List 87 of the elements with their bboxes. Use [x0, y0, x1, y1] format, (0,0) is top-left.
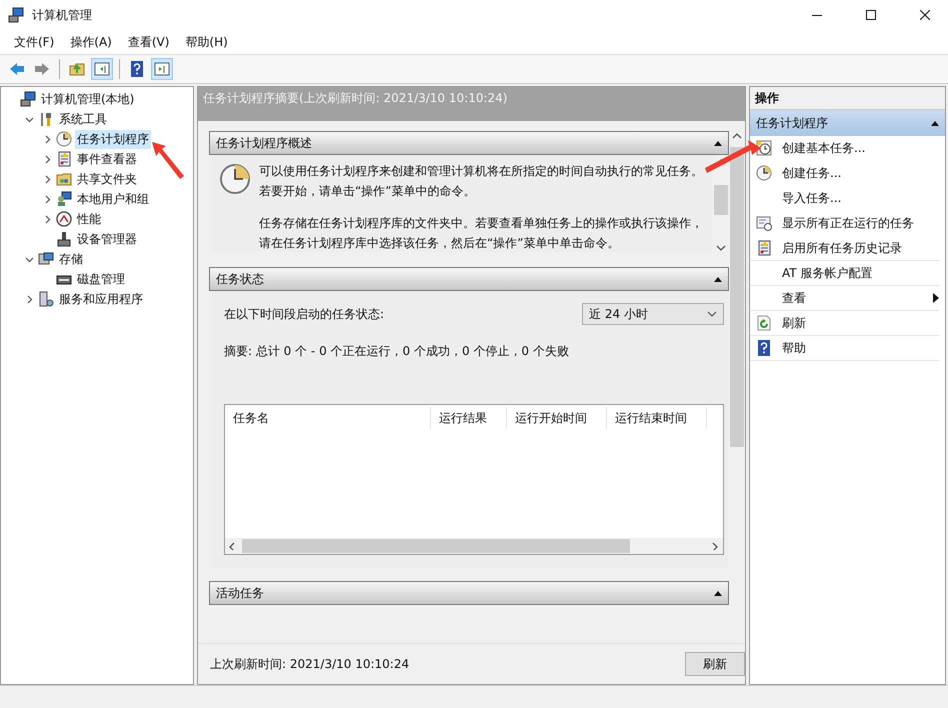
- tree-item[interactable]: 系统工具: [57, 110, 109, 128]
- device-icon: [56, 231, 72, 247]
- chevron-right-icon[interactable]: [24, 294, 34, 304]
- minimize-icon: [812, 14, 822, 16]
- summary-text: 摘要: 总计 0 个 - 0 个正在运行，0 个成功，0 个停止，0 个失败: [224, 343, 570, 360]
- tree-item[interactable]: 本地用户和组: [75, 190, 151, 208]
- refresh-button[interactable]: 刷新: [685, 652, 745, 676]
- menu-item[interactable]: 帮助(H): [177, 30, 236, 54]
- column-header[interactable]: 运行结果: [431, 407, 507, 429]
- gauge-icon: [56, 211, 72, 227]
- tree-item[interactable]: 任务计划程序: [75, 130, 151, 148]
- section-header[interactable]: 任务状态: [209, 267, 729, 291]
- close-icon: [920, 10, 930, 20]
- chevron-right-icon[interactable]: [42, 214, 52, 224]
- collapse-icon[interactable]: [714, 276, 722, 282]
- refresh-icon: [756, 315, 772, 331]
- tree-item[interactable]: 共享文件夹: [75, 170, 139, 188]
- collapse-icon[interactable]: [714, 140, 722, 146]
- chevron-down-icon[interactable]: [24, 114, 34, 124]
- clock-icon: [219, 163, 251, 195]
- chevron-right-icon[interactable]: [42, 174, 52, 184]
- help-icon: [129, 61, 145, 77]
- action-item[interactable]: 创建任务...: [782, 164, 939, 182]
- action-item[interactable]: 导入任务...: [782, 190, 939, 206]
- notebook-icon: [756, 240, 772, 256]
- computer-icon: [20, 91, 36, 107]
- maximize-icon: [866, 10, 876, 20]
- toolbar-button[interactable]: [151, 58, 173, 80]
- clock-icon: [56, 131, 72, 147]
- action-pane-icon: [154, 61, 170, 77]
- tree-item[interactable]: 设备管理器: [75, 230, 139, 248]
- menu-item[interactable]: 查看(V): [120, 30, 178, 54]
- chevron-right-icon[interactable]: [42, 194, 52, 204]
- action-item[interactable]: 启用所有任务历史记录: [782, 240, 939, 256]
- column-header[interactable]: 任务名: [225, 407, 431, 429]
- tools-icon: [38, 111, 54, 127]
- tree-item[interactable]: 存储: [57, 250, 85, 268]
- action-item[interactable]: 刷新: [782, 314, 939, 332]
- actions-header: 操作: [750, 87, 945, 110]
- description-text: 任务存储在任务计划程序库的文件夹中。若要查看单独任务上的操作或执行该操作，请在任务计划程序库中选择该任务，然后在“操作”菜单中单击命令。: [259, 215, 704, 252]
- tree-item[interactable]: 计算机管理(本地): [39, 90, 136, 108]
- period-dropdown[interactable]: 近 24 小时: [582, 303, 724, 325]
- section-header[interactable]: 任务计划程序概述: [209, 131, 729, 155]
- clock-icon: [756, 140, 772, 156]
- tree-pane-icon: [94, 61, 110, 77]
- window-title: 计算机管理: [32, 6, 93, 24]
- chevron-down-icon: [707, 311, 717, 317]
- action-item[interactable]: AT 服务帐户配置: [782, 264, 939, 282]
- column-header[interactable]: 运行开始时间: [507, 407, 607, 429]
- computer-icon: [8, 7, 24, 23]
- period-label: 在以下时间段启动的任务状态:: [224, 306, 384, 322]
- tree-item[interactable]: 事件查看器: [75, 150, 139, 168]
- tree-item[interactable]: 性能: [75, 210, 103, 228]
- forward-arrow-icon: [34, 61, 50, 77]
- tree-item[interactable]: 服务和应用程序: [57, 290, 145, 308]
- annotation-arrow: [704, 140, 762, 174]
- summary-header: 任务计划程序摘要(上次刷新时间: 2021/3/10 10:10:24): [198, 87, 745, 121]
- scrollbar[interactable]: [225, 538, 723, 554]
- shared-folder-icon: [56, 171, 72, 187]
- actions-section-header[interactable]: 任务计划程序: [750, 110, 945, 136]
- chevron-right-icon[interactable]: [42, 154, 52, 164]
- server-icon: [38, 291, 54, 307]
- help-icon: [756, 340, 772, 356]
- action-item[interactable]: 创建基本任务...: [782, 140, 939, 156]
- description-text: 可以使用任务计划程序来创建和管理计算机将在所指定的时间自动执行的常见任务。若要开始，请单击“操作”菜单中的命令。: [259, 163, 704, 200]
- section-header[interactable]: 活动任务: [209, 581, 729, 605]
- action-item[interactable]: 帮助: [782, 340, 939, 356]
- menu-item[interactable]: 操作(A): [62, 30, 120, 54]
- chevron-down-icon[interactable]: [24, 254, 34, 264]
- collapse-icon[interactable]: [931, 120, 939, 126]
- users-icon: [56, 191, 72, 207]
- folder-up-icon: [69, 61, 85, 77]
- notebook-icon: [56, 151, 72, 167]
- list-clock-icon: [756, 215, 772, 231]
- toolbar-button[interactable]: [91, 58, 113, 80]
- clock-icon: [756, 165, 772, 181]
- tree-item[interactable]: 磁盘管理: [75, 270, 127, 288]
- column-header[interactable]: 运行结束时间: [607, 407, 707, 429]
- action-item[interactable]: 查看: [782, 290, 923, 306]
- collapse-icon[interactable]: [714, 590, 722, 596]
- menu-item[interactable]: 文件(F): [6, 30, 62, 54]
- annotation-arrow: [150, 140, 186, 180]
- last-refresh-text: 上次刷新时间: 2021/3/10 10:10:24: [210, 656, 410, 672]
- back-arrow-icon: [9, 61, 25, 77]
- chevron-right-icon[interactable]: [42, 134, 52, 144]
- action-item[interactable]: 显示所有正在运行的任务: [782, 214, 939, 232]
- storage-icon: [38, 251, 54, 267]
